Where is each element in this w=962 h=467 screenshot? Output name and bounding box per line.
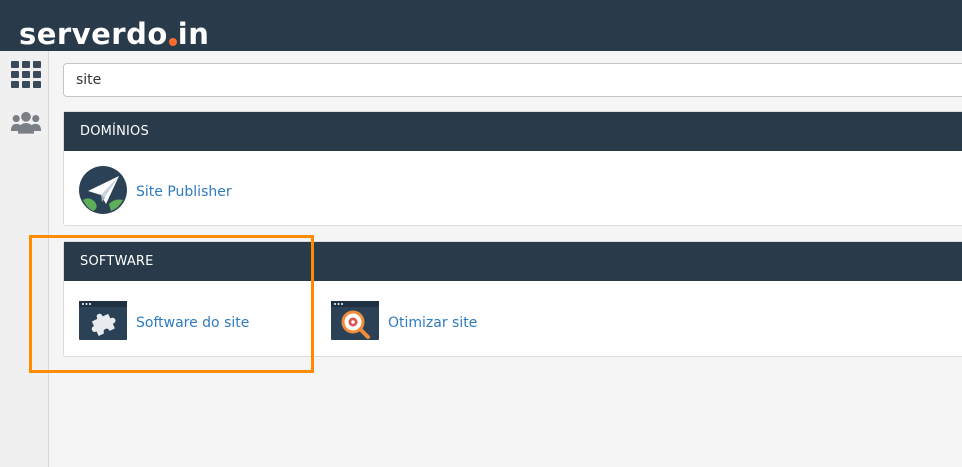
logo-text-before: serverdo	[19, 17, 168, 51]
top-bar: serverdo in	[0, 0, 962, 51]
otimizar-site-link[interactable]: Otimizar site	[331, 301, 477, 344]
software-do-site-link[interactable]: Software do site	[79, 301, 249, 344]
domains-panel: DOMÍNIOS Site Publisher	[63, 111, 962, 226]
grid-icon[interactable]	[10, 60, 42, 90]
logo[interactable]: serverdo in	[19, 16, 209, 52]
search-input[interactable]	[63, 63, 962, 97]
domains-panel-title: DOMÍNIOS	[64, 112, 962, 151]
site-publisher-label: Site Publisher	[136, 184, 232, 200]
otimizar-site-label: Otimizar site	[388, 314, 478, 331]
paper-plane-globe-icon	[79, 166, 127, 218]
software-panel-title: SOFTWARE	[64, 242, 962, 281]
sidebar	[0, 51, 49, 467]
puzzle-window-icon	[79, 301, 127, 344]
logo-dot	[168, 38, 177, 46]
magnifier-window-icon	[331, 301, 379, 344]
users-icon[interactable]	[10, 108, 42, 138]
site-publisher-link[interactable]: Site Publisher	[79, 166, 232, 218]
software-do-site-label: Software do site	[136, 314, 250, 331]
logo-text-after: in	[177, 17, 210, 51]
software-panel: SOFTWARE Software do site Otimizar site	[63, 241, 962, 357]
